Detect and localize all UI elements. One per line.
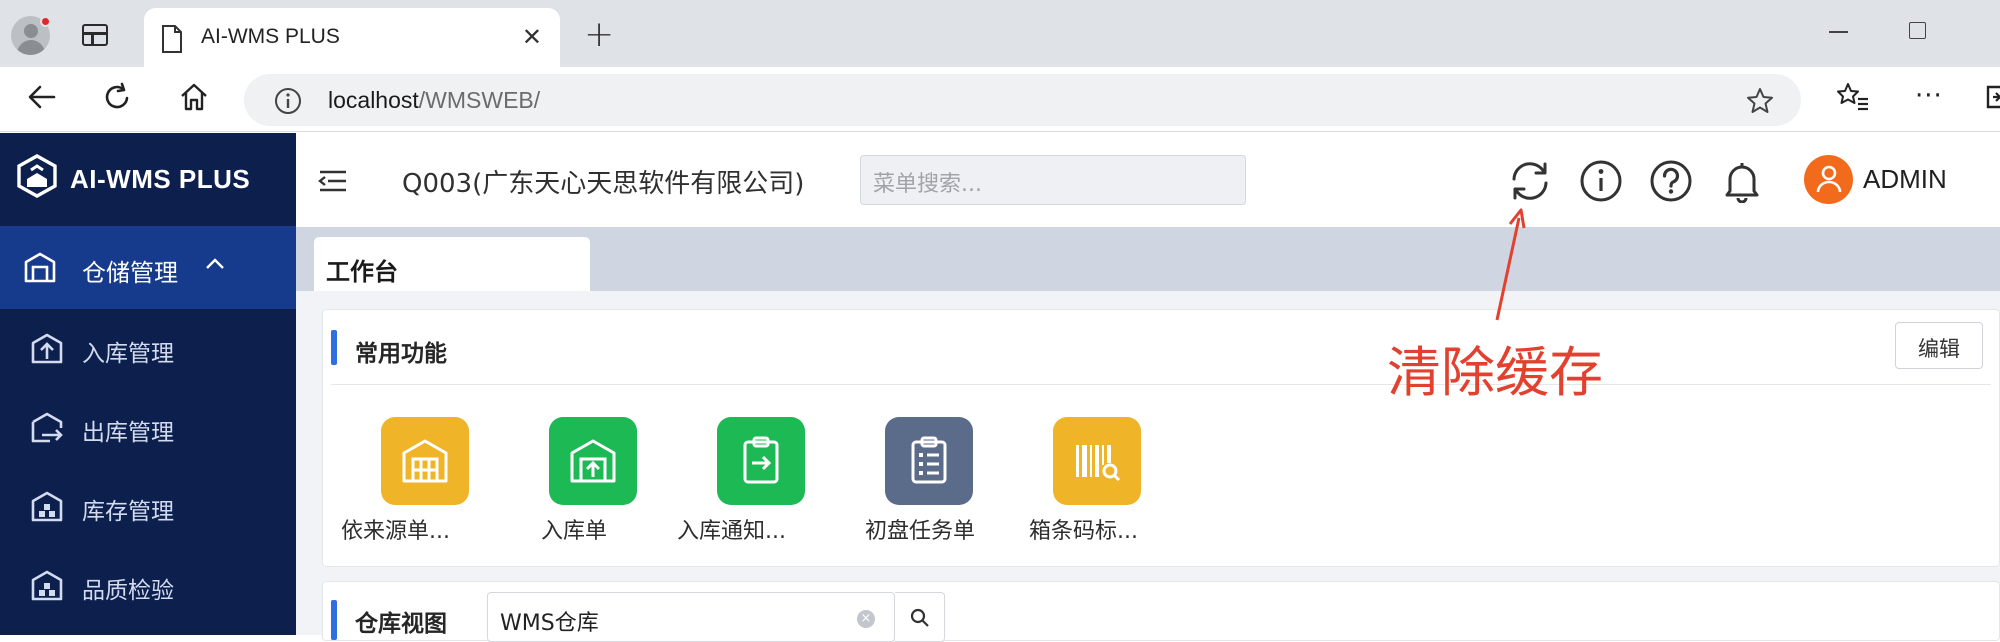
close-tab-icon[interactable]: ✕ <box>522 23 542 51</box>
menu-collapse-icon[interactable] <box>318 169 348 193</box>
maximize-icon[interactable] <box>1909 22 1926 39</box>
logo-text: AI-WMS PLUS <box>70 164 251 194</box>
address-bar[interactable]: localhost/WMSWEB/ <box>244 74 1801 126</box>
section-title: 常用功能 <box>355 341 447 367</box>
logo-icon <box>17 154 57 198</box>
menu-search-input[interactable]: 菜单搜索... <box>860 155 1246 205</box>
sidebar-item-label: 入库管理 <box>82 341 174 367</box>
function-tile <box>549 417 637 505</box>
edit-button[interactable]: 编辑 <box>1895 322 1983 369</box>
sidebar-item-label: 品质检验 <box>82 578 174 604</box>
sidebar-item-label: 出库管理 <box>82 420 174 446</box>
sidebar: AI-WMS PLUS 仓储管理 入库管理 出库管理 库存管理 品质检验 <box>0 133 296 635</box>
notification-dot <box>40 16 51 27</box>
function-tile <box>885 417 973 505</box>
bell-icon[interactable] <box>1720 159 1764 203</box>
minimize-icon[interactable] <box>1829 31 1848 33</box>
function-item-initial-count[interactable]: 初盘任务单 <box>845 417 995 544</box>
function-tile <box>381 417 469 505</box>
sidebar-item-label: 库存管理 <box>82 499 174 525</box>
back-icon[interactable] <box>26 81 58 113</box>
app-header: Q003(广东天心天思软件有限公司) 菜单搜索... ADMIN <box>296 133 2000 227</box>
sidebar-item-inventory[interactable]: 库存管理 <box>0 467 296 546</box>
browser-tab-strip: AI-WMS PLUS ✕ + <box>0 0 2000 67</box>
clear-icon[interactable]: × <box>857 610 875 628</box>
sidebar-group-label: 仓储管理 <box>82 259 178 287</box>
reload-icon[interactable] <box>101 81 133 113</box>
outbound-icon <box>31 412 63 443</box>
section-accent-bar <box>331 600 337 640</box>
inventory-icon <box>31 491 63 522</box>
function-item-inbound-order[interactable]: 入库单 <box>509 417 659 544</box>
function-label: 依来源单... <box>341 519 450 544</box>
new-tab-icon[interactable]: + <box>584 14 614 55</box>
function-item-source-order[interactable]: 依来源单... <box>341 417 491 544</box>
inbound-icon <box>31 333 63 364</box>
sidebar-toggle-icon[interactable] <box>1985 81 2000 113</box>
function-item-inbound-notice[interactable]: 入库通知... <box>677 417 827 544</box>
chevron-up-icon <box>206 258 224 269</box>
quality-icon <box>31 570 63 601</box>
favorites-icon[interactable] <box>1836 81 1870 113</box>
annotation-text: 清除缓存 <box>1387 341 1603 404</box>
sidebar-group-warehouse[interactable]: 仓储管理 <box>0 226 296 309</box>
main-content: 工作台 常用功能 编辑 依来源单... 入库单 入库通知... 初盘任务单 箱条… <box>296 227 2000 642</box>
tab-workbench[interactable]: 工作台 <box>314 237 590 291</box>
warehouse-in-icon <box>570 439 616 483</box>
browser-toolbar: localhost/WMSWEB/ ··· <box>0 67 2000 132</box>
function-label: 入库通知... <box>677 519 786 544</box>
user-icon <box>1816 165 1842 193</box>
function-tile <box>1053 417 1141 505</box>
company-name: Q003(广东天心天思软件有限公司) <box>402 169 805 199</box>
refresh-cache-icon[interactable] <box>1508 159 1552 203</box>
sidebar-item-quality[interactable]: 品质检验 <box>0 546 296 625</box>
page-icon <box>162 25 182 53</box>
tab-actions-icon[interactable] <box>82 24 108 46</box>
user-avatar[interactable] <box>1804 155 1853 204</box>
site-info-icon[interactable] <box>274 87 302 115</box>
browser-tab-title: AI-WMS PLUS <box>201 25 340 48</box>
help-icon[interactable] <box>1649 159 1693 203</box>
function-item-box-barcode[interactable]: 箱条码标... <box>1013 417 1163 544</box>
warehouse-view-card: 仓库视图 WMS仓库 × <box>322 581 2000 642</box>
checklist-icon <box>911 436 947 484</box>
sidebar-item-inbound[interactable]: 入库管理 <box>0 309 296 388</box>
clipboard-arrow-icon <box>743 436 779 484</box>
warehouse-select-value: WMS仓库 <box>500 611 599 636</box>
browser-tab-active[interactable]: AI-WMS PLUS ✕ <box>144 8 560 67</box>
user-name[interactable]: ADMIN <box>1863 164 1947 195</box>
common-functions-card: 常用功能 编辑 依来源单... 入库单 入库通知... 初盘任务单 箱条码标..… <box>322 309 2000 567</box>
function-label: 箱条码标... <box>1029 519 1138 544</box>
home-icon[interactable] <box>178 81 210 113</box>
divider <box>331 384 1991 385</box>
info-icon[interactable] <box>1579 159 1623 203</box>
url-text: localhost/WMSWEB/ <box>328 87 541 113</box>
page-tabs: 工作台 <box>296 227 2000 291</box>
warehouse-icon <box>24 252 56 283</box>
search-icon <box>910 608 929 627</box>
section-title: 仓库视图 <box>355 611 447 637</box>
section-accent-bar <box>331 330 337 365</box>
warehouse-grid-icon <box>402 439 448 483</box>
barcode-search-icon <box>1076 445 1121 482</box>
function-label: 初盘任务单 <box>865 519 976 544</box>
sidebar-item-outbound[interactable]: 出库管理 <box>0 388 296 467</box>
more-menu-icon[interactable]: ··· <box>1915 81 1943 111</box>
function-tile <box>717 417 805 505</box>
favorite-star-icon[interactable] <box>1745 86 1775 116</box>
annotation-arrow <box>1495 208 1526 321</box>
